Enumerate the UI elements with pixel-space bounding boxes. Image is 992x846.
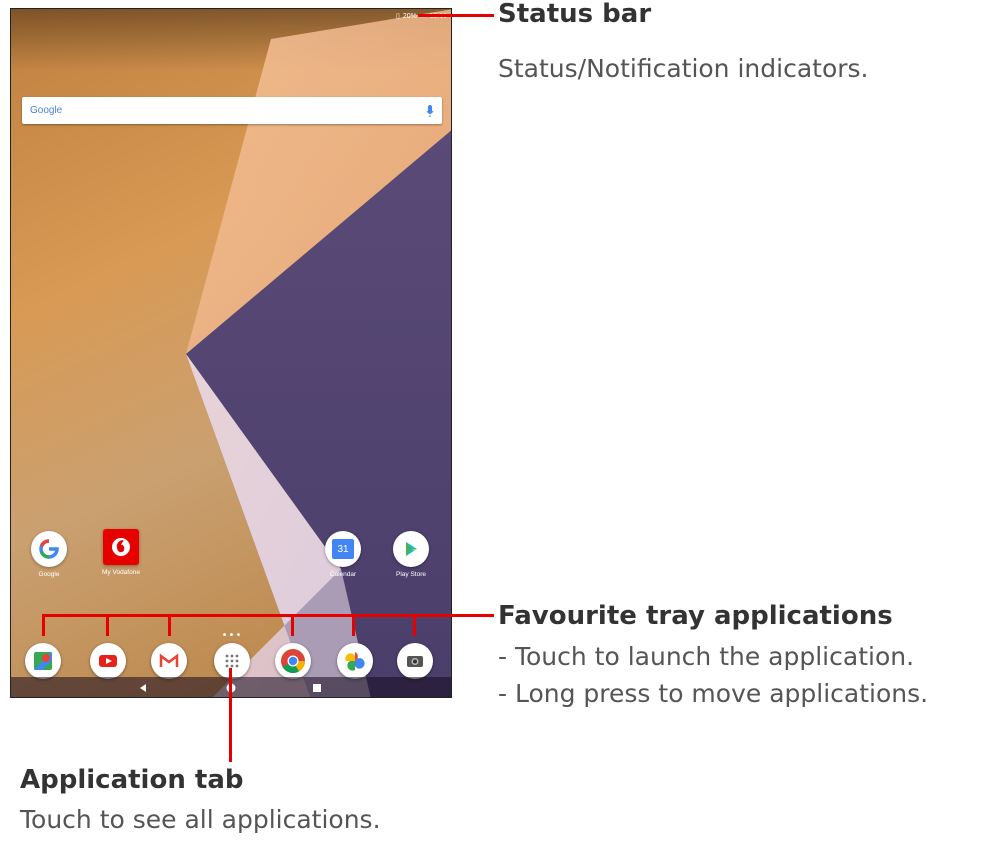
tray-pointer-tick — [291, 614, 294, 636]
tray-pointer-tick — [42, 614, 45, 636]
tablet-home-screen: ▯ 20% ▭ 15:16 Google Google — [10, 8, 452, 698]
application-tab-title: Application tab — [20, 765, 244, 795]
calendar-icon: 31 — [325, 531, 361, 567]
tray-pointer-tick — [413, 614, 416, 636]
favourite-tray-line-1: - Touch to launch the application. — [498, 642, 915, 671]
app-calendar[interactable]: 31 Calendar — [313, 531, 373, 578]
favourite-tray-pointer — [42, 614, 494, 617]
recents-icon[interactable] — [311, 682, 323, 694]
app-label: Google — [38, 571, 60, 578]
google-icon — [31, 531, 67, 567]
app-label: Calendar — [329, 571, 357, 578]
mic-icon[interactable] — [426, 104, 434, 118]
page-indicator: ••• — [221, 630, 243, 641]
calendar-date: 31 — [332, 539, 354, 559]
google-search-bar[interactable]: Google — [22, 97, 442, 124]
status-bar-pointer — [418, 14, 494, 17]
app-label: My Vodafone — [102, 569, 140, 576]
google-logo: Google — [30, 105, 63, 116]
play-store-icon — [393, 531, 429, 567]
camera-icon[interactable] — [397, 643, 433, 679]
status-bar: ▯ 20% ▭ 15:16 — [11, 9, 451, 23]
photos-icon[interactable] — [337, 643, 373, 679]
back-icon[interactable] — [137, 682, 149, 694]
app-my-vodafone[interactable]: My Vodafone — [91, 529, 151, 576]
signal-icon: ▯ — [395, 13, 400, 20]
application-tab-pointer — [229, 668, 232, 762]
app-google[interactable]: Google — [19, 531, 79, 578]
youtube-icon[interactable] — [90, 643, 126, 679]
gmail-icon[interactable] — [151, 643, 187, 679]
tray-pointer-tick — [168, 614, 171, 636]
favourite-tray-title: Favourite tray applications — [498, 601, 893, 631]
app-play-store[interactable]: Play Store — [381, 531, 441, 578]
tray-pointer-tick — [106, 614, 109, 636]
vodafone-icon — [103, 529, 139, 565]
tray-pointer-tick — [352, 614, 355, 636]
status-bar-title: Status bar — [498, 0, 652, 29]
chrome-icon[interactable] — [275, 643, 311, 679]
app-label: Play Store — [396, 571, 426, 578]
status-bar-description: Status/Notification indicators. — [498, 54, 869, 83]
application-tab-description: Touch to see all applications. — [20, 805, 381, 834]
app-drawer-icon[interactable] — [214, 643, 250, 679]
favourite-tray-line-2: - Long press to move applications. — [498, 679, 929, 708]
battery-percent: 20% — [402, 12, 417, 20]
maps-icon[interactable] — [25, 643, 61, 679]
